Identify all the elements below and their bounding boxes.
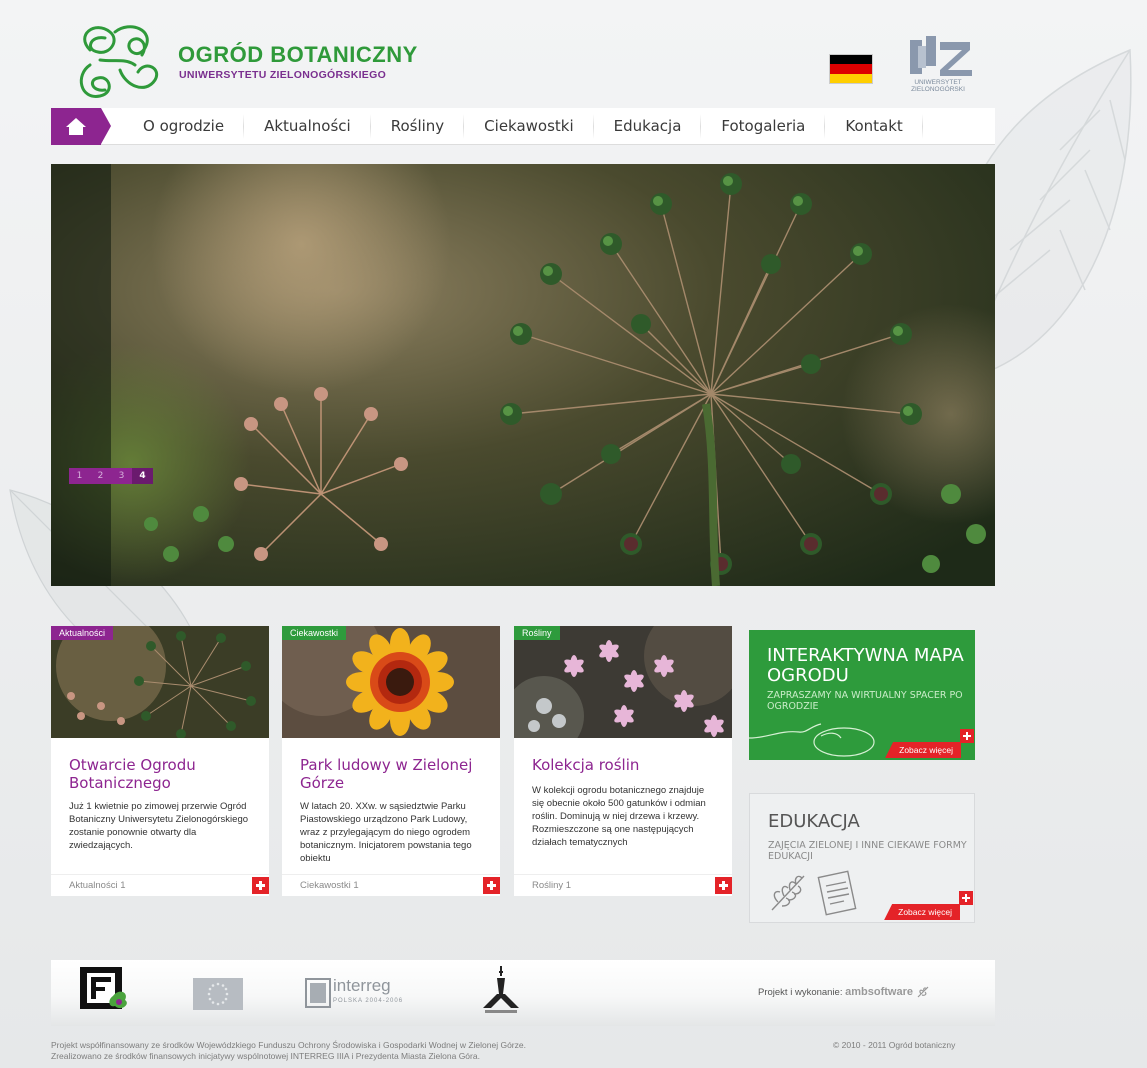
garden-logo-icon (79, 25, 159, 98)
city-logo[interactable] (479, 964, 523, 1020)
card-footer: Ciekawostki 1 (282, 874, 500, 896)
card-title[interactable]: Park ludowy w Zielonej Górze (300, 756, 485, 792)
card-image-allium[interactable]: Aktualności (51, 626, 269, 738)
mouse-icon (749, 723, 875, 757)
hero-slider[interactable]: 1 2 3 4 (51, 164, 995, 586)
city-tower-icon (483, 966, 519, 1013)
slider-pager: 1 2 3 4 (69, 468, 153, 484)
nav-item-ciekawostki[interactable]: Ciekawostki (464, 108, 595, 145)
interreg-mark-icon (305, 978, 331, 1008)
slider-page-1[interactable]: 1 (69, 468, 90, 484)
pink-flowers-thumbnail (514, 626, 732, 738)
card-footer: Aktualności 1 (51, 874, 269, 896)
university-logo[interactable]: UNIWERSYTET ZIELONOGÓRSKI (896, 36, 980, 98)
footer-line-2: Zrealizowano ze środków finansowych inic… (51, 1051, 480, 1061)
interreg-subtitle: POLSKA 2004-2006 (333, 998, 404, 1004)
slider-page-2[interactable]: 2 (90, 468, 111, 484)
university-emblem-icon (910, 36, 972, 76)
footer-line-1: Projekt współfinansowany ze środków Woje… (51, 1040, 526, 1050)
german-language-flag[interactable] (829, 54, 873, 84)
card-image-gaillardia[interactable]: Ciekawostki (282, 626, 500, 738)
leaf-and-document-icon (771, 870, 857, 916)
card-category-tag[interactable]: Rośliny (514, 626, 560, 640)
interactive-map-promo[interactable]: INTERAKTYWNA MAPA OGRODU ZAPRASZAMY NA W… (749, 630, 975, 760)
card-category-tag[interactable]: Ciekawostki (282, 626, 347, 640)
logo-title: OGRÓD BOTANICZNY (178, 42, 418, 67)
nav-item-rosliny[interactable]: Rośliny (371, 108, 465, 145)
news-card-rosliny: Rośliny Kolekcja roślin W kolekcji ogrod… (514, 626, 732, 896)
interreg-logo[interactable]: interreg POLSKA 2004-2006 (305, 976, 423, 1010)
nav-item-o-ogrodzie[interactable]: O ogrodzie (123, 108, 245, 145)
promo-title: EDUKACJA (768, 811, 860, 832)
promo-title: INTERAKTYWNA MAPA OGRODU (767, 645, 964, 686)
university-logo-text: UNIWERSYTET ZIELONOGÓRSKI (911, 79, 965, 93)
interreg-name: interreg (333, 976, 391, 995)
partners-bar: interreg POLSKA 2004-2006 Projekt i wyko… (51, 960, 995, 1026)
main-nav: O ogrodzie Aktualności Rośliny Ciekawost… (51, 107, 995, 145)
news-card-aktualnosci: Aktualności Otwarcie Ogrodu Botanicznego… (51, 626, 269, 896)
ambsoftware-leaf-icon (917, 986, 929, 998)
education-see-more-button[interactable]: Zobacz więcej (884, 904, 960, 920)
card-more-plus-icon[interactable] (483, 877, 500, 894)
promo-subtitle: ZAPRASZAMY NA WIRTUALNY SPACER PO OGRODZ… (767, 690, 963, 712)
eu-flag-icon (193, 978, 243, 1010)
news-card-ciekawostki: Ciekawostki Park ludowy w Zielonej Górze… (282, 626, 500, 896)
slider-page-4[interactable]: 4 (132, 468, 153, 484)
credits: Projekt i wykonanie: ambsoftware (758, 986, 930, 998)
card-footer-link[interactable]: Aktualności 1 (69, 880, 126, 891)
card-image-flowers[interactable]: Rośliny (514, 626, 732, 738)
card-excerpt: Już 1 kwietnie po zimowej przerwie Ogród… (69, 801, 249, 851)
nav-item-fotogaleria[interactable]: Fotogaleria (701, 108, 826, 145)
eu-flag-logo[interactable] (193, 978, 243, 1014)
card-more-plus-icon[interactable] (715, 877, 732, 894)
home-button[interactable] (51, 107, 111, 145)
wfos-logo-icon (80, 967, 127, 1009)
card-category-tag[interactable]: Aktualności (51, 626, 114, 640)
promo-plus-icon (959, 891, 973, 905)
card-title[interactable]: Kolekcja roślin (532, 756, 717, 774)
slider-page-3[interactable]: 3 (111, 468, 132, 484)
education-promo[interactable]: EDUKACJA ZAJĘCIA ZIELONEJ I INNE CIEKAWE… (749, 793, 975, 923)
nav-item-aktualnosci[interactable]: Aktualności (244, 108, 371, 145)
credits-label: Projekt i wykonanie: (758, 987, 843, 998)
card-title[interactable]: Otwarcie Ogrodu Botanicznego (69, 756, 254, 792)
home-icon (66, 117, 86, 135)
wfos-logo[interactable] (79, 966, 131, 1016)
footer-funding-note: Projekt współfinansowany ze środków Woje… (51, 1040, 526, 1062)
card-footer-link[interactable]: Rośliny 1 (532, 880, 571, 891)
card-excerpt: W latach 20. XXw. w sąsiedztwie Parku Pi… (300, 801, 472, 864)
allium-thumbnail (51, 626, 269, 738)
ambsoftware-link[interactable]: ambsoftware (845, 986, 913, 998)
card-footer: Rośliny 1 (514, 874, 732, 896)
promo-subtitle: ZAJĘCIA ZIELONEJ I INNE CIEKAWE FORMY ED… (768, 840, 967, 862)
gaillardia-thumbnail (282, 626, 500, 738)
map-see-more-button[interactable]: Zobacz więcej (885, 742, 961, 758)
logo-subtitle: UNIWERSYTETU ZIELONOGÓRSKIEGO (179, 69, 387, 81)
promo-plus-icon (960, 729, 974, 743)
card-excerpt: W kolekcji ogrodu botanicznego znajduje … (532, 785, 706, 848)
card-footer-link[interactable]: Ciekawostki 1 (300, 880, 359, 891)
nav-item-kontakt[interactable]: Kontakt (825, 108, 924, 145)
hero-allium-photo (51, 164, 995, 586)
footer-copyright: © 2010 - 2011 Ogród botaniczny (833, 1040, 956, 1050)
nav-item-edukacja[interactable]: Edukacja (594, 108, 702, 145)
card-more-plus-icon[interactable] (252, 877, 269, 894)
site-logo[interactable]: OGRÓD BOTANICZNY UNIWERSYTETU ZIELONOGÓR… (70, 20, 450, 105)
